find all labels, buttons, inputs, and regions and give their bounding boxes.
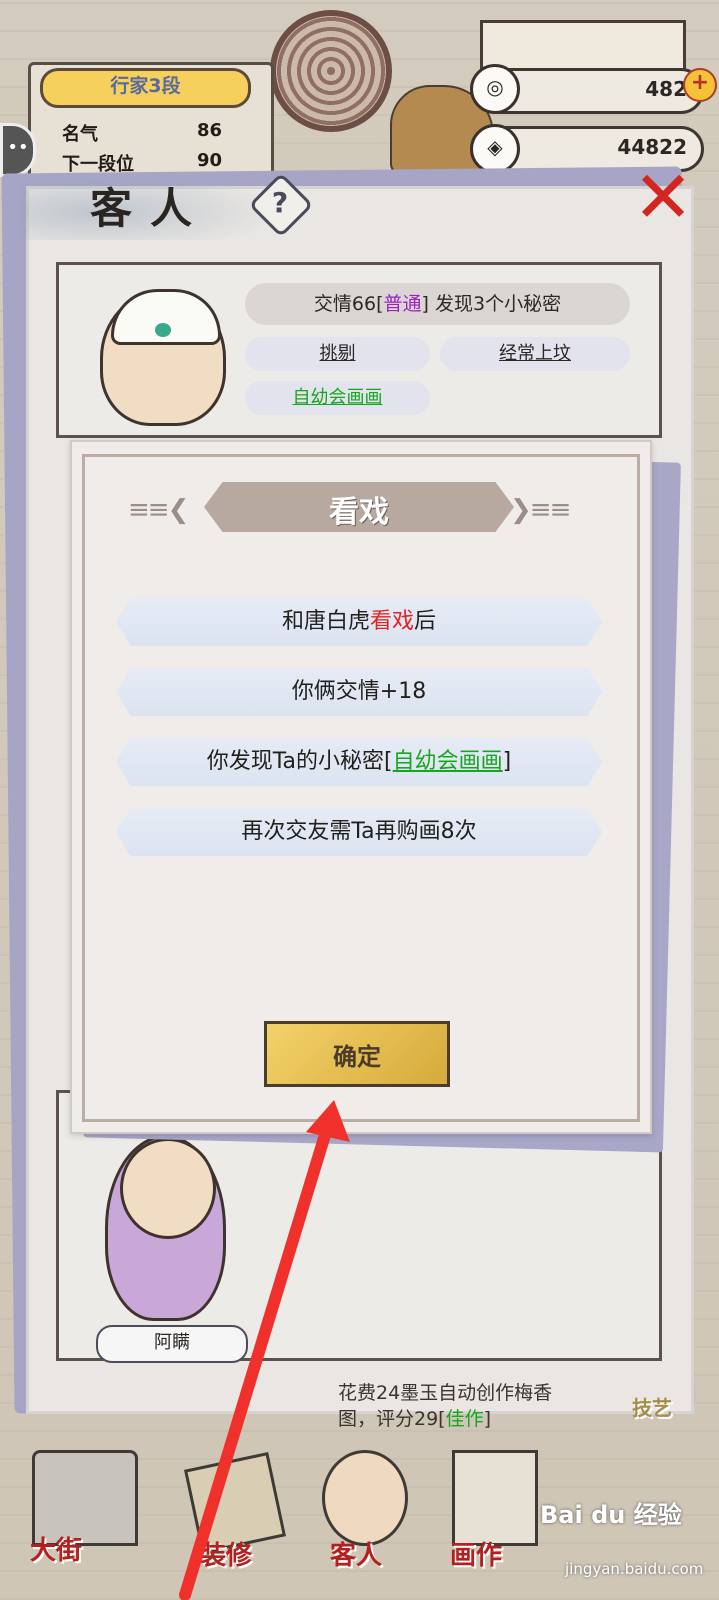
- arrow-shaft: [179, 1119, 334, 1600]
- red-arrow-annotation: [179, 1100, 350, 1600]
- arrow-head: [306, 1100, 350, 1142]
